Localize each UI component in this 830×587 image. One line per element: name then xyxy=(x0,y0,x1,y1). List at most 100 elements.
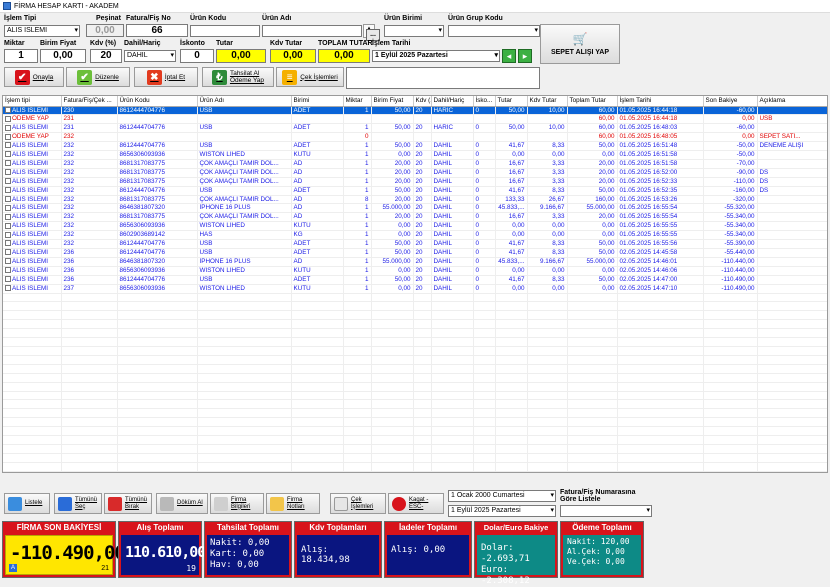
table-row[interactable]: ALIS ISLEMI 232 8656306093936 WISTON LIHED K… xyxy=(3,221,827,232)
fatura-filter-select[interactable] xyxy=(560,505,652,517)
column-header[interactable]: Birimi xyxy=(291,96,344,107)
dokum-button[interactable]: Döküm Al xyxy=(156,493,208,514)
table-row[interactable]: ODEME YAP 232 0 60,00 01.05.2025 16:48:05 0,0… xyxy=(3,132,827,143)
iskonto-field[interactable]: 0 xyxy=(180,49,214,63)
pesinat-field[interactable]: 0,00 xyxy=(86,24,124,37)
table-row[interactable]: ALIS ISLEMI 236 8656306093936 WISTON LIHED K… xyxy=(3,266,827,276)
column-header[interactable]: Son Bakiye xyxy=(703,96,758,107)
urun-birimi-select[interactable] xyxy=(384,25,444,37)
row-checkbox[interactable] xyxy=(5,124,11,131)
cek-islemleri-button[interactable]: ≡ Çek İşlemleri xyxy=(276,67,344,87)
empty-cell xyxy=(617,293,704,303)
column-header[interactable]: Açıklama xyxy=(757,96,827,107)
table-row[interactable]: ALIS ISLEMI 232 8681317083775 ÇOK AMAÇLI TA… xyxy=(3,168,827,178)
table-row[interactable]: ALIS ISLEMI 232 8681317083775 ÇOK AMAÇLI TA… xyxy=(3,195,827,205)
table-row[interactable]: ALIS ISLEMI 232 8646381807320 İPHONE 16 PLU… xyxy=(3,203,827,214)
iptal-button[interactable]: ✖ İptal Et xyxy=(134,67,198,87)
table-cell xyxy=(495,114,528,125)
urun-adi-input[interactable] xyxy=(262,25,362,37)
table-row[interactable]: ALIS ISLEMI 232 8602903689142 HAS KG 1 0,00 20 D… xyxy=(3,230,827,241)
table-row[interactable]: ALIS ISLEMI 232 8612444704776 USB ADET 1 50,00… xyxy=(3,239,827,249)
empty-row xyxy=(3,328,827,339)
transactions-grid[interactable]: İşlem tipi Fatura/Fiş/Çek ... Ürün Kodu Ürü… xyxy=(2,95,828,473)
row-checkbox[interactable] xyxy=(5,222,11,229)
column-header[interactable]: Dahil/Hariç xyxy=(431,96,474,107)
row-checkbox[interactable] xyxy=(5,284,11,291)
table-row[interactable]: ALIS ISLEMI 232 8681317083775 ÇOK AMAÇLI TA… xyxy=(3,177,827,187)
table-row[interactable]: ALIS ISLEMI 236 8612444704776 USB ADET 1 50,00… xyxy=(3,248,827,258)
row-checkbox[interactable] xyxy=(5,267,11,274)
row-checkbox[interactable] xyxy=(5,151,11,158)
row-checkbox[interactable] xyxy=(5,169,11,176)
empty-cell xyxy=(495,337,528,347)
table-row[interactable]: ALIS ISLEMI 232 8656306093936 WISTON LIHED K… xyxy=(3,150,827,160)
kapat-button[interactable]: Kagat -ESC- xyxy=(388,493,444,514)
table-cell: ÇOK AMAÇLI TAMİR DOL... xyxy=(197,159,292,169)
column-header[interactable]: Tutar xyxy=(495,96,528,107)
sepet-alisi-button[interactable]: 🛒 SEPET ALIŞI YAP xyxy=(540,24,620,64)
table-row[interactable]: ALIS ISLEMI 232 8681317083775 ÇOK AMAÇLI TA… xyxy=(3,159,827,169)
date-next-icon[interactable]: ▸ xyxy=(518,49,532,63)
birim-fiyat-field[interactable]: 0,00 xyxy=(40,49,86,63)
column-header[interactable]: Miktar xyxy=(343,96,372,107)
column-header[interactable]: İşlem tipi xyxy=(3,96,62,107)
miktar-field[interactable]: 1 xyxy=(4,49,38,63)
islem-tarihi-picker[interactable]: 1 Eylül 2025 Pazartesi xyxy=(372,50,500,62)
listele-button[interactable]: Listele xyxy=(4,493,50,514)
row-checkbox[interactable] xyxy=(5,160,11,167)
table-row[interactable]: ALIS ISLEMI 236 8646381807320 İPHONE 16 PLU… xyxy=(3,257,827,267)
firma-notlari-button[interactable]: Firma Notları xyxy=(266,493,320,514)
row-checkbox[interactable] xyxy=(5,195,11,202)
column-header[interactable]: Fatura/Fiş/Çek ... xyxy=(61,96,118,107)
row-checkbox[interactable] xyxy=(5,240,11,247)
urun-kodu-input[interactable] xyxy=(190,25,260,37)
row-checkbox[interactable] xyxy=(5,186,11,193)
row-checkbox[interactable] xyxy=(5,213,11,220)
urun-grup-select[interactable] xyxy=(448,25,540,37)
empty-cell xyxy=(291,399,344,410)
row-checkbox[interactable] xyxy=(5,258,11,265)
row-checkbox[interactable] xyxy=(5,276,11,283)
kdv-field[interactable]: 20 xyxy=(90,49,122,63)
fatura-field[interactable]: 66 xyxy=(126,24,188,37)
table-row[interactable]: ALIS ISLEMI 231 8612444704776 USB ADET 1 50,00… xyxy=(3,123,827,134)
column-header[interactable]: Birim Fiyat xyxy=(371,96,414,107)
cek-islemleri-bottom-button[interactable]: Çek İşlemleri xyxy=(330,493,386,514)
empty-row xyxy=(3,471,827,472)
onayla-button[interactable]: ✔ Onayla xyxy=(4,67,64,87)
table-row[interactable]: ALIS ISLEMI 232 8612444704776 USB ADET 1 50,00… xyxy=(3,141,827,152)
row-checkbox[interactable] xyxy=(5,133,11,140)
date-prev-icon[interactable]: ◂ xyxy=(502,49,516,63)
empty-cell xyxy=(197,337,292,347)
firma-bilgileri-button[interactable]: Firma Bilgileri xyxy=(210,493,264,514)
aciklama-textarea[interactable] xyxy=(346,67,540,89)
table-row[interactable]: ALIS ISLEMI 237 8656306093936 WISTON LIHED K… xyxy=(3,284,827,294)
column-header[interactable]: Ürün Adı xyxy=(197,96,292,107)
dahil-select[interactable]: DAHIL xyxy=(124,50,176,62)
row-checkbox[interactable] xyxy=(5,115,11,122)
column-header[interactable]: Kdv Tutar xyxy=(527,96,568,107)
table-row[interactable]: ALIS ISLEMI 232 8612444704776 USB ADET 1 50,00… xyxy=(3,186,827,196)
islem-tipi-select[interactable]: ALIS ISLEMI xyxy=(4,25,80,37)
end-date-picker[interactable]: 1 Eylül 2025 Pazartesi xyxy=(448,505,556,517)
column-header[interactable]: İsko... xyxy=(473,96,496,107)
row-checkbox[interactable] xyxy=(5,249,11,256)
duzenle-button[interactable]: ✔ Düzenle xyxy=(66,67,130,87)
start-date-picker[interactable]: 1 Ocak 2000 Cumartesi xyxy=(448,490,556,502)
table-row[interactable]: ALIS ISLEMI 232 8681317083775 ÇOK AMAÇLI TA… xyxy=(3,212,827,223)
column-header[interactable]: Toplam Tutar xyxy=(567,96,618,107)
row-checkbox[interactable] xyxy=(5,142,11,149)
column-header[interactable]: İşlem Tarihi xyxy=(617,96,704,107)
row-checkbox[interactable] xyxy=(5,231,11,238)
row-checkbox[interactable] xyxy=(5,178,11,185)
table-row[interactable]: ODEME YAP 231 60,00 01.05.2025 16:44:18 0,00… xyxy=(3,114,827,125)
column-header[interactable]: Kdv (... xyxy=(413,96,432,107)
tumunu-birak-button[interactable]: Tümünü Bırak xyxy=(104,493,152,514)
tahsilat-button[interactable]: ₺ Tahsilat Al Ödeme Yap xyxy=(202,67,274,87)
column-header[interactable]: Ürün Kodu xyxy=(117,96,198,107)
table-row[interactable]: ALIS ISLEMI 236 8612444704776 USB ADET 1 50,00… xyxy=(3,275,827,285)
tumunu-sec-button[interactable]: Tümünü Seç xyxy=(54,493,102,514)
row-checkbox[interactable] xyxy=(5,204,11,211)
table-row[interactable]: ALIS ISLEMI 230 8612444704776 USB ADET 1 50,00… xyxy=(3,106,827,116)
row-checkbox[interactable] xyxy=(5,106,11,113)
